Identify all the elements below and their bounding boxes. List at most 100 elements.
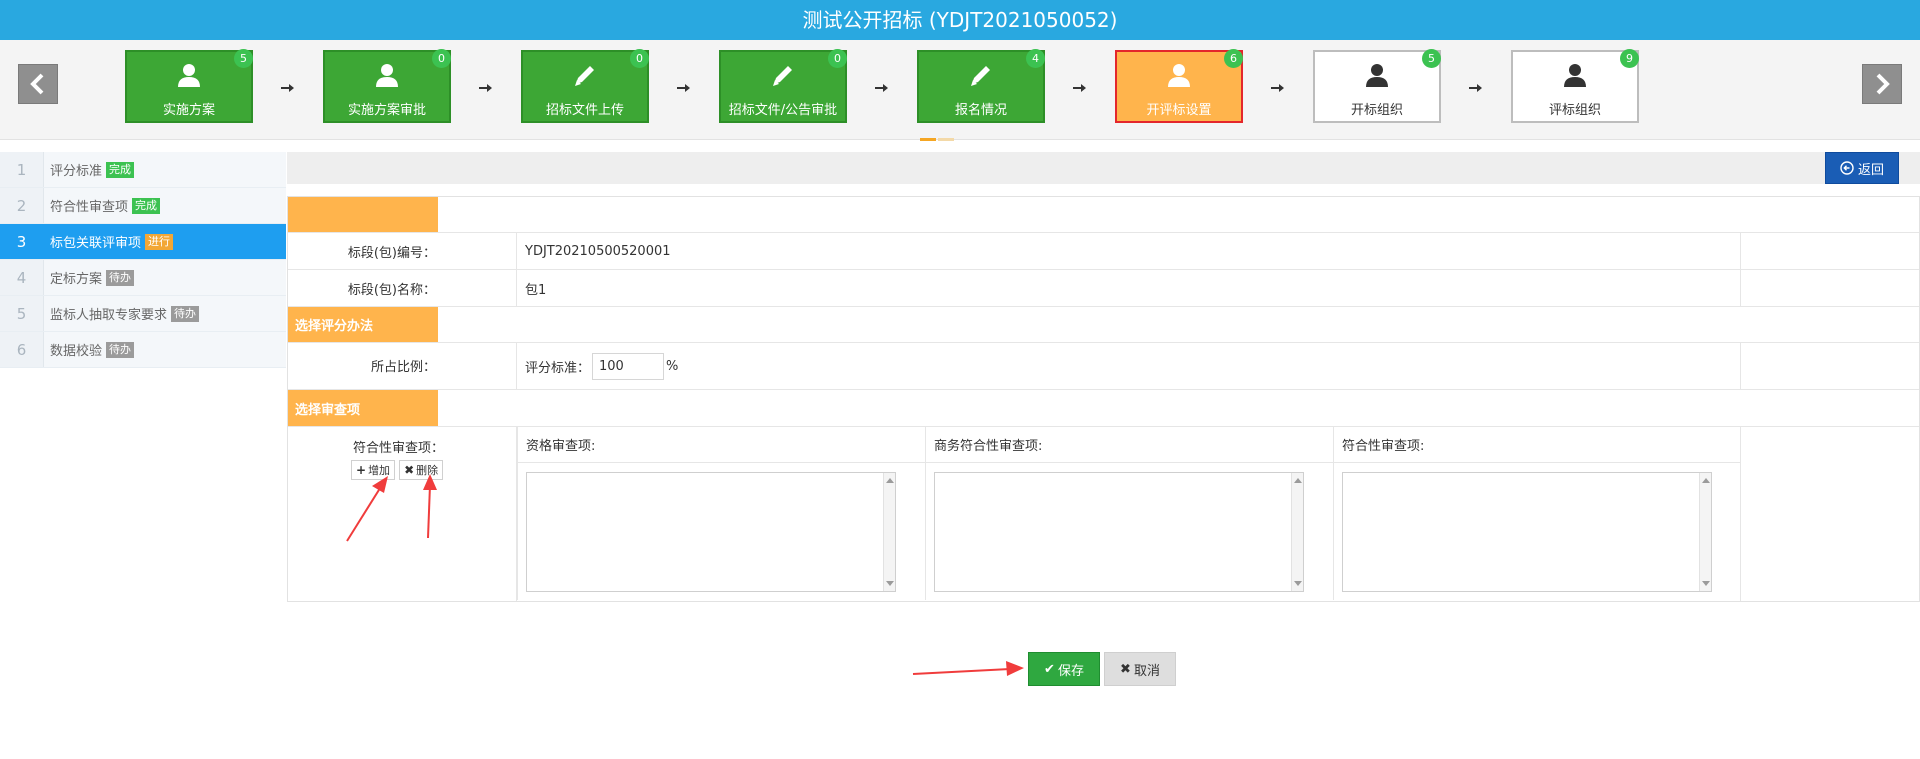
- arrow-right-icon: [1469, 84, 1482, 92]
- user-icon: [1366, 64, 1388, 87]
- next-arrow-button[interactable]: [1862, 64, 1902, 104]
- business-review-column: 商务符合性审查项:: [925, 427, 1333, 600]
- qualification-review-textarea[interactable]: [526, 472, 896, 592]
- arrow-right-icon: [281, 84, 294, 92]
- step-count-badge: 0: [432, 49, 451, 68]
- arrow-right-icon: [479, 84, 492, 92]
- step-2[interactable]: 实施方案审批 0: [323, 49, 451, 123]
- ratio-row: 所占比例： 评分标准： %: [288, 343, 1919, 390]
- delete-item-label: 删除: [416, 464, 439, 477]
- sidebar-item-label: 定标方案: [50, 272, 103, 287]
- step-8[interactable]: 评标组织 9: [1511, 49, 1639, 123]
- sidebar-item-award-plan[interactable]: 4 定标方案 待办: [0, 260, 286, 296]
- review-items-row: 符合性审查项： + 增加 ✖ 删除 资格审查项: 商务符合性审查项: 符合性审查项:: [288, 427, 1919, 601]
- step-number: 2: [0, 188, 44, 223]
- save-button[interactable]: ✔ 保存: [1028, 652, 1100, 686]
- sidebar-item-label: 符合性审查项: [50, 200, 129, 215]
- status-badge: 待办: [106, 269, 135, 286]
- section-tab-blank: [288, 197, 438, 232]
- scroll-up-icon: [1294, 478, 1302, 483]
- ratio-value-cell: 评分标准： %: [517, 343, 678, 389]
- sidebar-item-expert-requirements[interactable]: 5 监标人抽取专家要求 待办: [0, 296, 286, 332]
- status-badge: 完成: [106, 161, 135, 178]
- step-label: 招标文件上传: [545, 103, 624, 118]
- content-toolbar: [287, 152, 1920, 184]
- arrow-right-icon: [1073, 84, 1086, 92]
- review-label: 符合性审查项：: [353, 441, 445, 456]
- form-header-row: [288, 197, 1919, 233]
- delete-item-button[interactable]: ✖ 删除: [399, 460, 444, 480]
- sidebar-item-label: 数据校验: [50, 344, 103, 359]
- back-circle-icon: [1840, 161, 1854, 175]
- step-number: 1: [0, 152, 44, 187]
- bid-no-label: 标段(包)编号：: [288, 233, 517, 269]
- textarea-scrollbar[interactable]: [1291, 473, 1303, 591]
- back-button-label: 返回: [1857, 162, 1884, 178]
- row-extra-cell: [1740, 233, 1919, 269]
- step-bar: 实施方案 5 实施方案审批 0 招标文件上传 0 招标文件/公告审批 0 报名情…: [0, 40, 1920, 141]
- row-extra-cell: [1740, 427, 1919, 601]
- previous-arrow-button[interactable]: [18, 64, 58, 104]
- sidebar-item-label: 评分标准: [50, 164, 103, 179]
- step-6-current[interactable]: 开评标设置 6: [1115, 49, 1243, 123]
- arrow-right-icon: [875, 84, 888, 92]
- cancel-button[interactable]: ✖ 取消: [1104, 652, 1176, 686]
- add-item-button[interactable]: + 增加: [351, 460, 396, 480]
- scroll-up-icon: [1702, 478, 1710, 483]
- user-icon: [178, 64, 200, 87]
- compliance-review-column: 符合性审查项:: [1333, 427, 1741, 600]
- scroll-down-icon: [886, 581, 894, 586]
- status-badge: 进行: [145, 233, 174, 250]
- scroll-down-icon: [1294, 581, 1302, 586]
- step-7[interactable]: 开标组织 5: [1313, 49, 1441, 123]
- step-4[interactable]: 招标文件/公告审批 0: [719, 49, 847, 123]
- qualification-review-column: 资格审查项:: [517, 427, 925, 600]
- textarea-scrollbar[interactable]: [883, 473, 895, 591]
- step-number: 6: [0, 332, 44, 367]
- sidebar-item-compliance-review[interactable]: 2 符合性审查项 完成: [0, 188, 286, 224]
- sidebar-item-scoring-standard[interactable]: 1 评分标准 完成: [0, 152, 286, 188]
- step-1[interactable]: 实施方案 5: [125, 49, 253, 123]
- page-dot-active[interactable]: [920, 138, 936, 141]
- step-3[interactable]: 招标文件上传 0: [521, 49, 649, 123]
- add-item-label: 增加: [368, 464, 391, 477]
- step-5[interactable]: 报名情况 4: [917, 49, 1045, 123]
- user-icon: [376, 64, 398, 87]
- scroll-up-icon: [886, 478, 894, 483]
- page-dot[interactable]: [938, 138, 954, 141]
- step-label: 开标组织: [1350, 103, 1403, 118]
- sidebar-item-label: 监标人抽取专家要求: [50, 308, 168, 323]
- ratio-input[interactable]: [592, 352, 665, 380]
- status-badge: 完成: [132, 197, 161, 214]
- step-count-badge: 0: [828, 49, 847, 68]
- status-badge: 待办: [171, 305, 200, 322]
- pencil-icon: [773, 66, 792, 86]
- window-title: 测试公开招标 (YDJT2021050052): [0, 0, 1920, 40]
- step-count-badge: 6: [1224, 49, 1243, 68]
- compliance-review-textarea[interactable]: [1342, 472, 1712, 592]
- status-badge: 待办: [106, 341, 135, 358]
- back-button[interactable]: 返回: [1825, 152, 1899, 184]
- step-page-indicator[interactable]: [920, 130, 960, 141]
- pencil-icon: [971, 66, 990, 86]
- business-review-textarea[interactable]: [934, 472, 1304, 592]
- cancel-button-label: 取消: [1133, 663, 1160, 679]
- section-tab-scoring-method: 选择评分办法: [288, 307, 438, 342]
- bid-name-label: 标段(包)名称：: [288, 270, 517, 306]
- chevron-right-icon: [1876, 73, 1890, 95]
- step-count-badge: 5: [1422, 49, 1441, 68]
- row-extra-cell: [1740, 270, 1919, 306]
- sidebar: 1 评分标准 完成 2 符合性审查项 完成 3 标包关联评审项 进行 4 定标方…: [0, 152, 286, 368]
- sidebar-item-package-review[interactable]: 3 标包关联评审项 进行: [0, 224, 286, 260]
- plus-icon: +: [356, 463, 367, 477]
- step-label: 开评标设置: [1146, 103, 1212, 118]
- step-label: 实施方案: [162, 103, 215, 118]
- bid-name-row: 标段(包)名称： 包1: [288, 270, 1919, 307]
- user-icon: [1564, 64, 1586, 87]
- save-button-label: 保存: [1057, 663, 1084, 679]
- textarea-scrollbar[interactable]: [1699, 473, 1711, 591]
- sidebar-item-data-check[interactable]: 6 数据校验 待办: [0, 332, 286, 368]
- step-label: 评标组织: [1548, 103, 1601, 118]
- chevron-left-icon: [30, 73, 44, 95]
- section-tab-review-items: 选择审查项: [288, 390, 438, 426]
